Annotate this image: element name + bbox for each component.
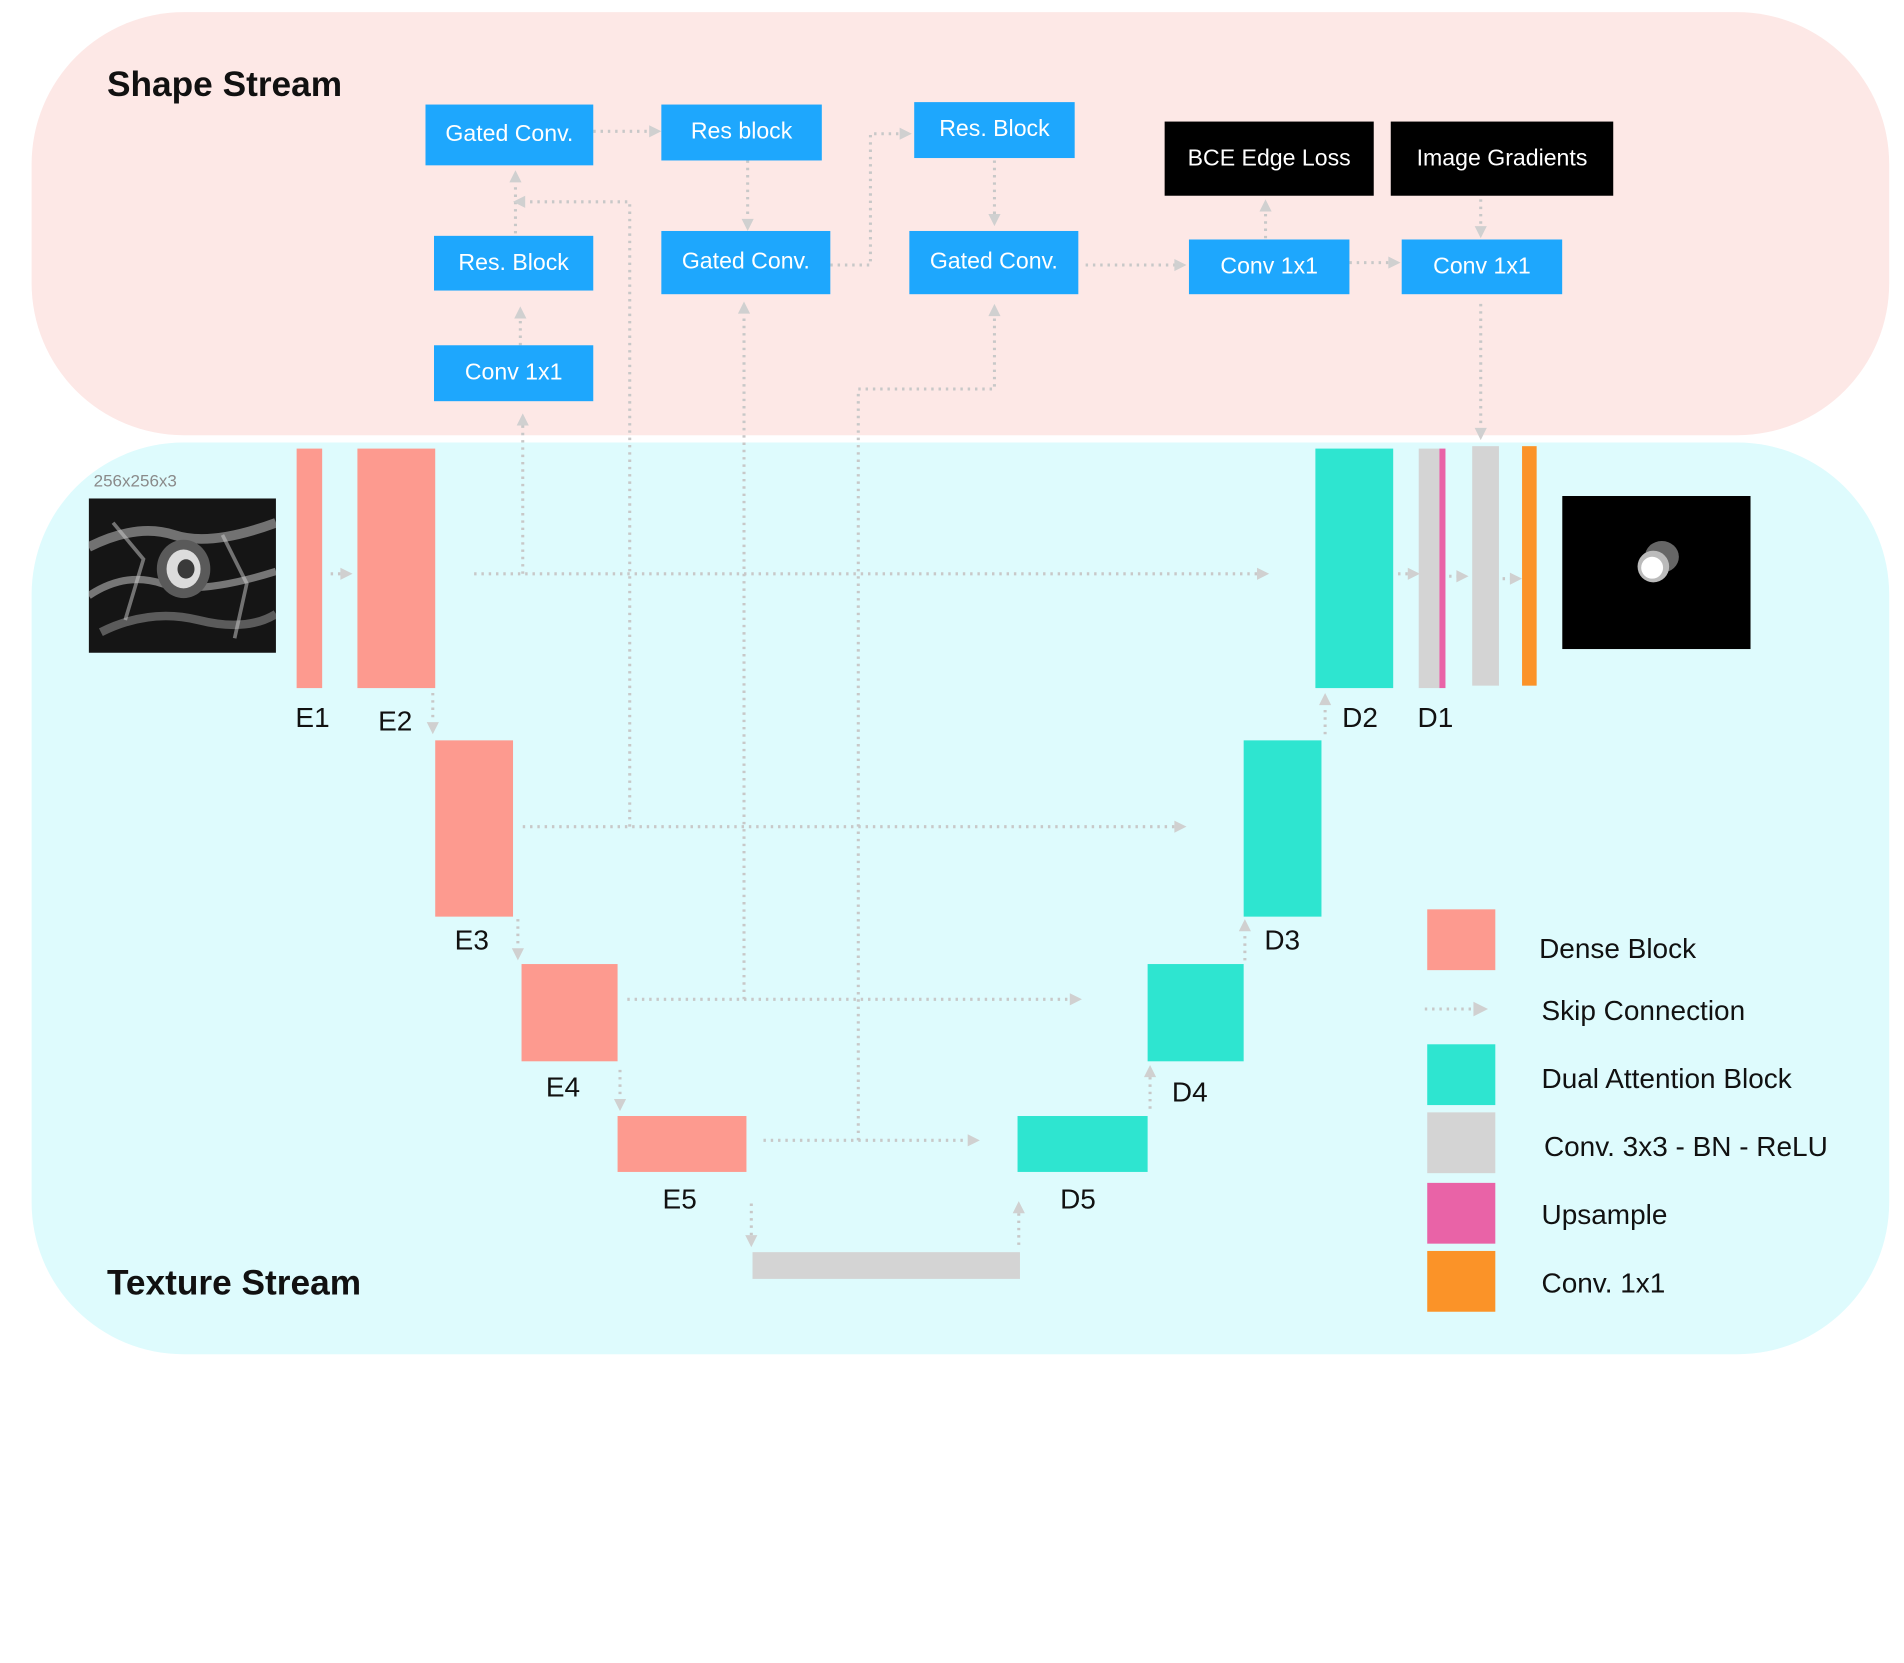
- legend-label-conv-bn-relu: Conv. 3x3 - BN - ReLU: [1543, 1130, 1828, 1163]
- label-d4: D4: [1171, 1075, 1208, 1108]
- input-mri-image: [88, 498, 276, 653]
- res-block-box: Res. Block: [434, 235, 594, 291]
- legend-skip-connection-icon: [1424, 1001, 1489, 1017]
- legend-label-dual-attention: Dual Attention Block: [1541, 1062, 1792, 1095]
- legend-swatch-dual-attention: [1427, 1044, 1496, 1106]
- legend-label-dense-block: Dense Block: [1539, 932, 1697, 965]
- decoder-block-d5: [1017, 1116, 1148, 1172]
- label-e4: E4: [545, 1071, 581, 1103]
- gated-conv-box: Gated Conv.: [909, 230, 1079, 295]
- decoder-block-d4: [1147, 964, 1244, 1062]
- image-gradients-box: Image Gradients: [1390, 121, 1614, 196]
- encoder-block-e5: [617, 1116, 747, 1172]
- legend-label-conv1x1: Conv. 1x1: [1541, 1266, 1666, 1299]
- res-block-box: Res block: [661, 104, 822, 161]
- conv1x1-box: Conv 1x1: [434, 345, 594, 402]
- label-d2: D2: [1342, 701, 1378, 734]
- label-e2: E2: [378, 705, 413, 737]
- label-d5: D5: [1060, 1182, 1096, 1215]
- legend-label-skip-connection: Skip Connection: [1541, 994, 1746, 1027]
- final-conv1x1-block: [1522, 446, 1537, 686]
- encoder-block-e3: [435, 740, 514, 917]
- label-d3: D3: [1264, 923, 1301, 956]
- legend-swatch-conv1x1: [1427, 1250, 1496, 1312]
- d1-conv-block: [1418, 448, 1440, 689]
- legend-swatch-dense-block: [1427, 909, 1496, 971]
- gated-conv-box: Gated Conv.: [661, 230, 831, 295]
- decoder-block-d2: [1315, 448, 1394, 689]
- legend-label-upsample: Upsample: [1541, 1198, 1668, 1231]
- output-segmentation-image: [1562, 496, 1751, 650]
- label-e5: E5: [662, 1182, 697, 1215]
- label-e1: E1: [295, 701, 330, 734]
- architecture-diagram: Shape Stream Texture Stream Gated Conv. …: [0, 0, 1904, 1663]
- encoder-block-e4: [521, 964, 618, 1062]
- input-size-label: 256x256x3: [93, 470, 177, 490]
- res-block-box: Res. Block: [914, 102, 1075, 159]
- bottleneck-block: [752, 1252, 1020, 1279]
- encoder-block-e1: [296, 448, 323, 689]
- d1-upsample-block: [1439, 448, 1446, 689]
- bce-edge-loss-box: BCE Edge Loss: [1164, 121, 1374, 196]
- conv1x1-box: Conv 1x1: [1188, 239, 1350, 295]
- label-e3: E3: [454, 923, 489, 956]
- decoder-block-d3: [1243, 740, 1322, 917]
- encoder-block-e2: [357, 448, 436, 689]
- conv1x1-box: Conv 1x1: [1401, 239, 1563, 295]
- legend-swatch-conv-bn-relu: [1427, 1112, 1496, 1174]
- legend-swatch-upsample: [1427, 1182, 1496, 1244]
- gated-conv-box: Gated Conv.: [425, 104, 594, 166]
- label-d1: D1: [1417, 701, 1454, 734]
- final-conv-block: [1472, 446, 1499, 686]
